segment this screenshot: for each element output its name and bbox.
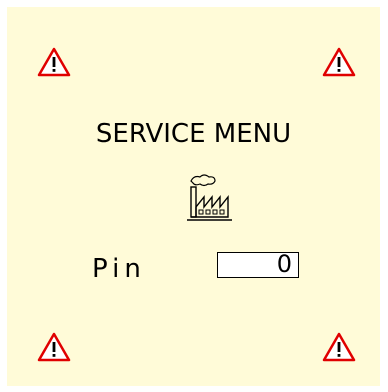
warning-icon-bottom-left (37, 332, 71, 362)
pin-input[interactable]: 0 (217, 252, 299, 278)
warning-icon-bottom-right (322, 332, 356, 362)
page-title: SERVICE MENU (95, 119, 292, 149)
warning-icon-top-right (322, 47, 356, 77)
factory-icon (177, 171, 239, 225)
service-menu-screen: SERVICE MENU Pin 0 (7, 7, 380, 386)
pin-label: Pin (92, 254, 146, 284)
warning-icon-top-left (37, 47, 71, 77)
